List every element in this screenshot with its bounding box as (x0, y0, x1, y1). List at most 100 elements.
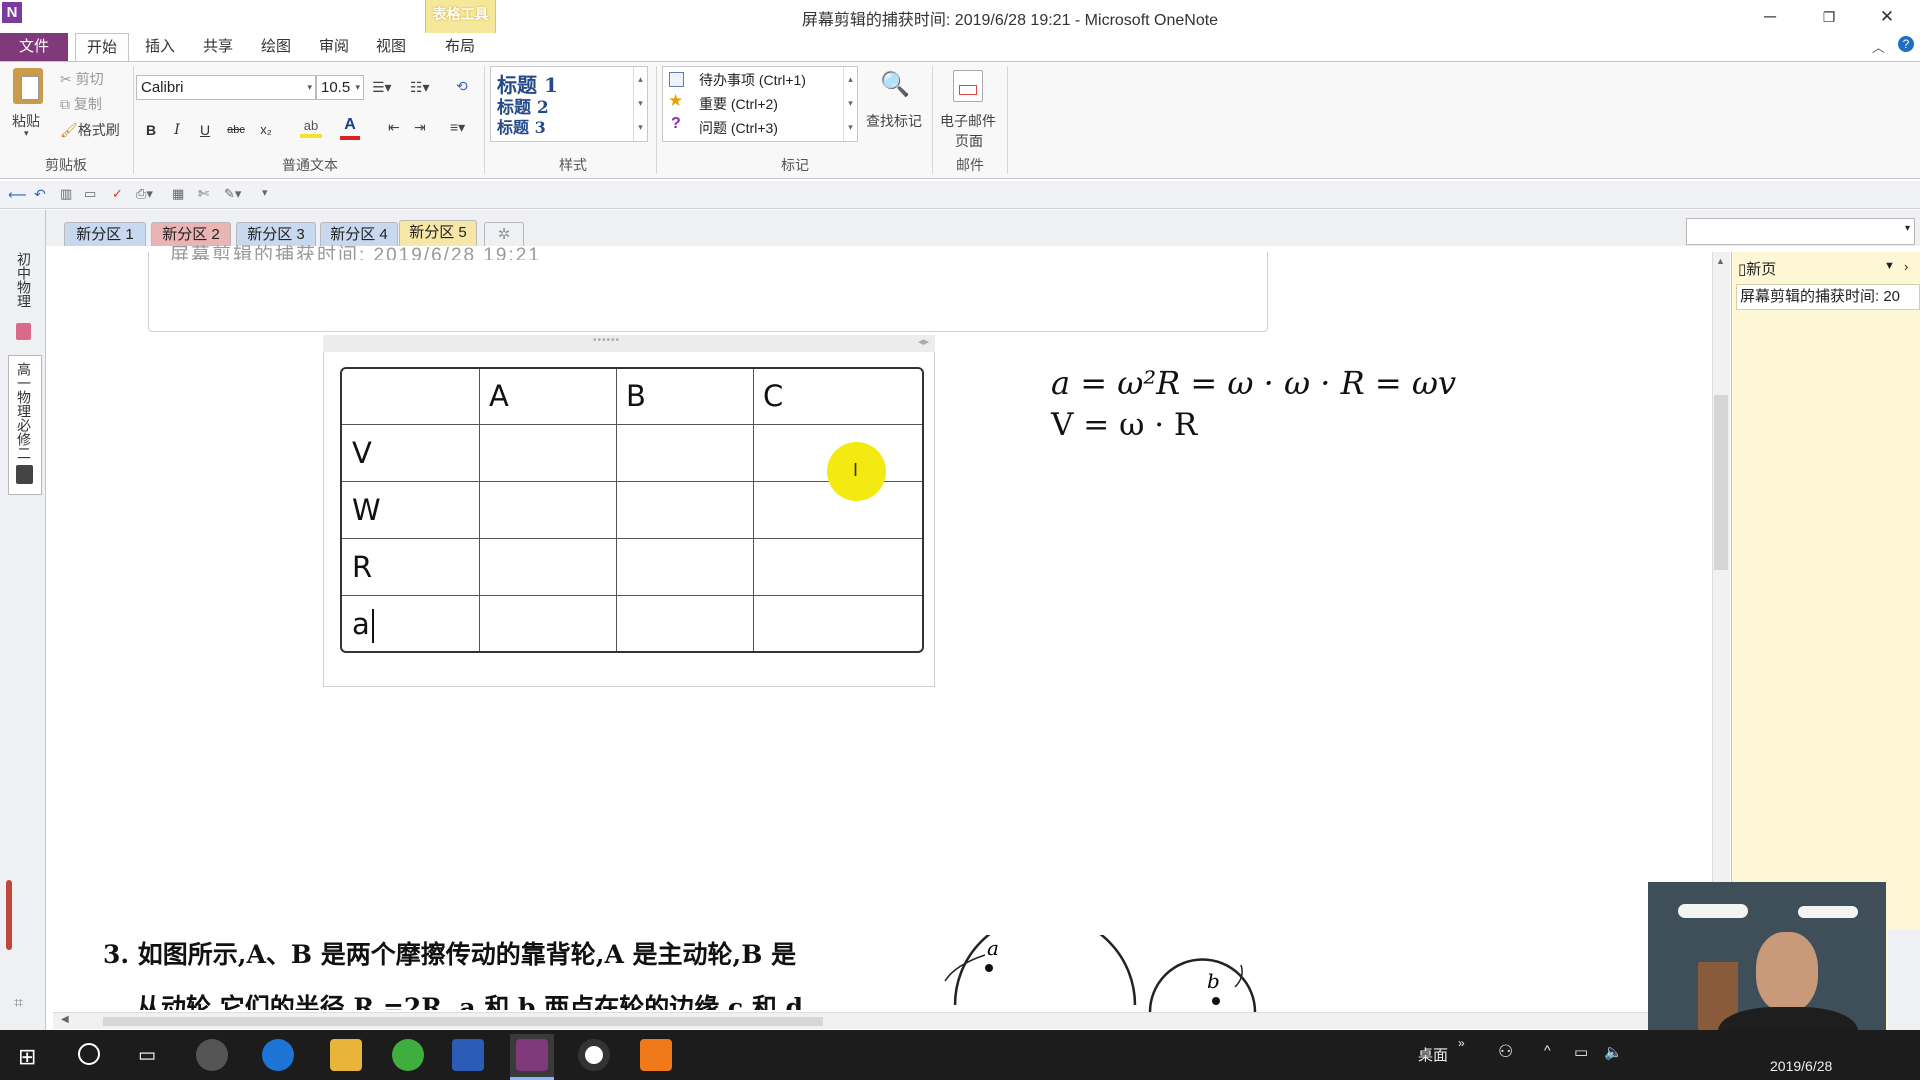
find-tags-icon[interactable]: 🔍 (880, 70, 910, 100)
outline-drag-handle[interactable]: •••••• ◂▸ (323, 335, 935, 352)
dock-icon[interactable]: ▥ (60, 186, 72, 202)
email-page-button[interactable]: 电子邮件 (940, 111, 996, 131)
table-row-label-r[interactable]: R (352, 550, 372, 584)
collapse-ribbon-icon[interactable]: ︿ (1872, 37, 1885, 56)
copy-button[interactable]: ⧉ 复制 (60, 94, 102, 114)
style-heading-3[interactable]: 标题 3 (497, 114, 546, 138)
unfiled-notes-icon[interactable]: ⌗ (14, 995, 23, 1013)
tab-insert[interactable]: 插入 (138, 33, 182, 61)
section-tab-1[interactable]: 新分区 1 (64, 222, 146, 246)
tab-share[interactable]: 共享 (196, 33, 240, 61)
customize-qat-icon[interactable]: ▾ (262, 186, 268, 199)
format-painter-button[interactable]: 🖌格式刷 (60, 120, 120, 140)
tab-layout[interactable]: 布局 (430, 33, 490, 61)
onenote-taskbar-icon[interactable] (516, 1039, 548, 1071)
table-row-label-v[interactable]: V (352, 436, 372, 470)
find-tags-button[interactable]: 查找标记 (866, 111, 922, 131)
bold-button[interactable]: B (140, 119, 162, 141)
scroll-up-icon[interactable]: ▲ (1716, 256, 1725, 266)
horizontal-scrollbar[interactable]: ◀ (53, 1012, 1713, 1029)
table-icon[interactable]: ▦ (172, 186, 184, 202)
underline-button[interactable]: U (194, 119, 216, 141)
notebook-1-icon[interactable] (16, 323, 31, 340)
table-header-c[interactable]: C (763, 379, 783, 413)
print-icon[interactable]: ⎙▾ (136, 186, 153, 202)
table-header-b[interactable]: B (626, 379, 646, 413)
scrollbar-thumb[interactable] (1714, 395, 1728, 570)
spelling-icon[interactable]: ✓ (112, 186, 123, 202)
paste-icon[interactable] (13, 68, 43, 104)
battery-icon[interactable]: ▭ (1574, 1043, 1588, 1061)
browser-icon[interactable] (392, 1039, 424, 1071)
align-icon[interactable]: ≡▾ (450, 119, 465, 136)
subscript-button[interactable]: x₂ (252, 119, 280, 141)
note-outline[interactable] (148, 252, 1268, 332)
minimize-button[interactable]: ─ (1750, 4, 1790, 30)
table-row-label-w[interactable]: W (352, 493, 381, 527)
windows-start-icon[interactable]: ⊞ (18, 1044, 36, 1070)
font-color-button[interactable]: A (340, 116, 360, 140)
screen-clip-icon[interactable]: ✄ (198, 186, 209, 202)
pdf-icon[interactable] (640, 1039, 672, 1071)
search-input[interactable]: ▾ (1686, 218, 1915, 245)
tab-view[interactable]: 视图 (369, 33, 413, 61)
numbering-button[interactable]: ☷▾ (410, 79, 430, 96)
tab-file[interactable]: 文件 (0, 33, 68, 61)
undo-icon[interactable]: ↶ (34, 186, 46, 203)
table-row-label-a[interactable]: a (352, 607, 370, 641)
pen-icon[interactable]: ✎▾ (224, 186, 241, 202)
tags-gallery[interactable]: 待办事项 (Ctrl+1) ★ 重要 (Ctrl+2) ? 问题 (Ctrl+3… (662, 66, 858, 142)
gallery-scroll-icon[interactable]: ▴ ▾ ▾ (843, 67, 857, 141)
highlight-color-icon[interactable]: ab (300, 118, 322, 138)
full-page-icon[interactable]: ▭ (84, 186, 96, 202)
people-icon[interactable]: ⚇ (1498, 1042, 1513, 1062)
email-page-icon[interactable] (953, 70, 983, 102)
help-icon[interactable]: ? (1898, 36, 1914, 52)
chevron-down-icon[interactable]: ▼ (1884, 260, 1895, 272)
close-button[interactable]: ✕ (1867, 4, 1907, 30)
desktop-toolbar[interactable]: 桌面 (1418, 1044, 1448, 1065)
tag-important[interactable]: 重要 (Ctrl+2) (699, 94, 778, 114)
back-icon[interactable]: ⟵ (8, 187, 27, 203)
tag-question[interactable]: 问题 (Ctrl+3) (699, 118, 778, 138)
collapse-page-panel-icon[interactable]: › (1904, 259, 1908, 274)
notebook-2-icon[interactable] (16, 465, 33, 484)
data-table[interactable]: A B C V W R a (340, 367, 924, 653)
italic-button[interactable]: I (166, 119, 188, 141)
app-icon[interactable] (196, 1039, 228, 1071)
new-page-button[interactable]: ▯新页 (1738, 258, 1776, 279)
increase-indent-icon[interactable]: ⇥ (414, 119, 426, 136)
scroll-left-icon[interactable]: ◀ (61, 1014, 69, 1025)
decrease-indent-icon[interactable]: ⇤ (388, 119, 400, 136)
styles-gallery[interactable]: 标题 1 标题 2 标题 3 ▴ ▾ ▾ (490, 66, 648, 142)
restore-button[interactable]: ❐ (1809, 4, 1849, 30)
cut-button[interactable]: ✂ 剪切 (60, 69, 104, 89)
page-tab[interactable]: 屏幕剪辑的捕获时间: 20 (1736, 284, 1920, 310)
file-explorer-icon[interactable] (330, 1039, 362, 1071)
tab-review[interactable]: 审阅 (312, 33, 356, 61)
strikethrough-button[interactable]: abc (222, 119, 250, 141)
tab-draw[interactable]: 绘图 (254, 33, 298, 61)
paste-dropdown-icon[interactable]: ▾ (24, 128, 29, 139)
word-icon[interactable] (452, 1039, 484, 1071)
chevron-icon[interactable]: » (1458, 1036, 1465, 1050)
font-name-combo[interactable]: Calibri ▾ (136, 75, 316, 100)
record-icon[interactable] (578, 1039, 610, 1071)
notebook-1[interactable]: 初中物理 (14, 252, 34, 312)
table-header-a[interactable]: A (489, 379, 509, 413)
ie-icon[interactable] (262, 1039, 294, 1071)
tray-up-icon[interactable]: ^ (1544, 1042, 1551, 1058)
font-size-combo[interactable]: 10.5 ▾ (316, 75, 364, 100)
clock-date[interactable]: 2019/6/28 (1770, 1058, 1832, 1074)
task-view-icon[interactable]: ▭ (138, 1044, 156, 1067)
tag-todo[interactable]: 待办事项 (Ctrl+1) (699, 70, 806, 90)
gallery-scroll-icon[interactable]: ▴ ▾ ▾ (633, 67, 647, 141)
onenote-logo-icon[interactable]: N (2, 2, 22, 23)
bullets-button[interactable]: ☰▾ (372, 79, 392, 96)
clear-formatting-icon[interactable]: ⟲ (456, 78, 468, 95)
cortana-icon[interactable] (78, 1043, 100, 1065)
math-equation-2[interactable]: V = ω · R (1051, 407, 1197, 443)
volume-icon[interactable]: 🔈 (1604, 1043, 1623, 1061)
tab-home[interactable]: 开始 (75, 33, 129, 62)
notebook-2[interactable]: 高一物理必修二 (14, 362, 34, 462)
